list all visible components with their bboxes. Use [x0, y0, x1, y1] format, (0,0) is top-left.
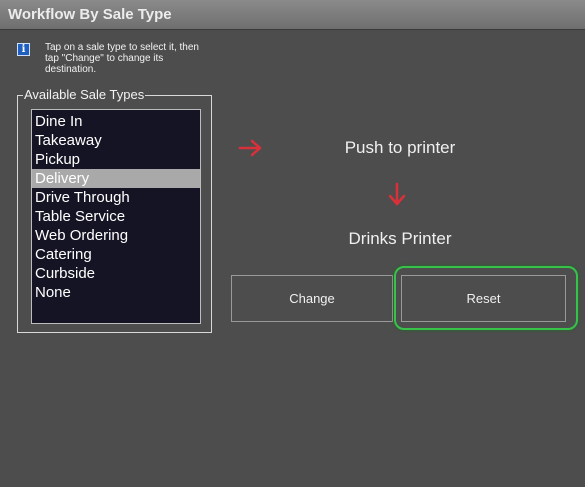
change-button-label: Change	[289, 291, 335, 306]
list-item[interactable]: Table Service	[32, 207, 200, 226]
instruction-text: Tap on a sale type to select it, then ta…	[45, 42, 199, 75]
info-icon: i	[17, 43, 30, 56]
change-button[interactable]: Change	[231, 275, 393, 322]
list-item[interactable]: Catering	[32, 245, 200, 264]
arrow-down-icon	[388, 182, 406, 206]
reset-button[interactable]: Reset	[401, 275, 566, 322]
title-bar: Workflow By Sale Type	[0, 0, 585, 30]
list-item[interactable]: Delivery	[32, 169, 200, 188]
arrow-right-icon	[238, 139, 262, 157]
list-item[interactable]: Drive Through	[32, 188, 200, 207]
sale-type-list[interactable]: Dine In Takeaway Pickup Delivery Drive T…	[31, 109, 201, 324]
destination-printer-label: Drinks Printer	[348, 229, 452, 248]
list-item[interactable]: None	[32, 283, 200, 302]
list-item[interactable]: Curbside	[32, 264, 200, 283]
list-item[interactable]: Pickup	[32, 150, 200, 169]
list-item[interactable]: Web Ordering	[32, 226, 200, 245]
list-item[interactable]: Dine In	[32, 112, 200, 131]
window-title: Workflow By Sale Type	[8, 6, 172, 23]
workflow-action-label: Push to printer	[344, 138, 456, 157]
list-item[interactable]: Takeaway	[32, 131, 200, 150]
reset-button-label: Reset	[466, 291, 501, 306]
sale-types-group-label: Available Sale Types	[23, 87, 146, 102]
